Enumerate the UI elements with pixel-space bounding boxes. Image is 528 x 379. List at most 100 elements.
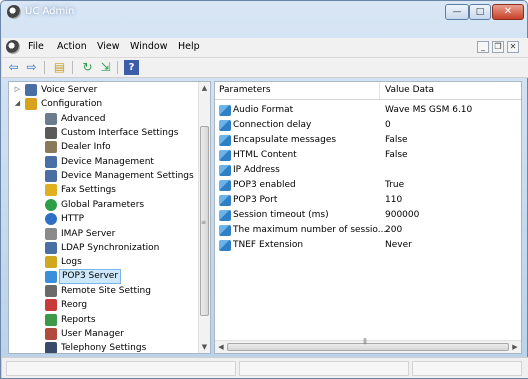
property-icon	[219, 180, 231, 191]
property-icon	[219, 135, 231, 146]
tree-item-label: HTTP	[61, 214, 85, 224]
reports-icon	[45, 314, 57, 326]
tree-item-label: Dealer Info	[61, 142, 111, 152]
fax-icon	[45, 184, 57, 196]
server-icon	[25, 84, 37, 96]
http-icon	[45, 213, 57, 225]
remote-site-icon	[45, 285, 57, 297]
scroll-left-icon[interactable]: ◀	[215, 341, 227, 353]
export-icon[interactable]: ⇲	[98, 60, 113, 75]
minimize-icon: —	[452, 7, 462, 17]
user-manager-icon	[45, 328, 57, 340]
imap-icon	[45, 228, 57, 240]
status-cell	[239, 361, 409, 376]
tree-item-label: Advanced	[61, 114, 106, 124]
status-bar	[2, 357, 528, 378]
parameter-name: The maximum number of sessio...	[233, 225, 387, 235]
menu-view[interactable]: View	[97, 41, 120, 52]
back-arrow-icon[interactable]: ⇦	[6, 60, 21, 75]
property-icon	[219, 240, 231, 251]
close-button[interactable]: ✕	[492, 4, 524, 20]
toolbar-separator	[72, 61, 73, 74]
tree-item-label: POP3 Server	[59, 269, 122, 284]
telephony-icon	[45, 342, 57, 353]
table-row[interactable]: Encapsulate messages False	[215, 133, 521, 148]
toolbar: ⇦ ⇨ ▤ ↻ ⇲ ?	[2, 58, 528, 78]
system-menu-icon[interactable]	[6, 40, 20, 54]
property-icon	[219, 210, 231, 221]
maximize-icon: □	[475, 7, 485, 17]
parameter-name: Session timeout (ms)	[233, 210, 329, 220]
close-icon: ✕	[503, 6, 513, 17]
table-row[interactable]: HTML Content False	[215, 148, 521, 163]
parameter-value: False	[385, 135, 408, 145]
custom-interface-icon	[45, 127, 57, 139]
tree-item-label: Reports	[61, 315, 96, 325]
reorg-icon	[45, 299, 57, 311]
list-horizontal-scrollbar[interactable]: ◀ ||| ▶	[215, 338, 521, 353]
help-icon[interactable]: ?	[124, 60, 139, 75]
app-window: UC Admin — □ ✕ File Action View Window H…	[0, 0, 528, 379]
tree-vertical-scrollbar[interactable]: ▲ ≡ ▼	[198, 82, 210, 353]
property-icon	[219, 150, 231, 161]
menu-action[interactable]: Action	[57, 41, 87, 52]
table-row[interactable]: POP3 Port 110	[215, 193, 521, 208]
table-row[interactable]: The maximum number of sessio... 200	[215, 223, 521, 238]
property-icon	[219, 105, 231, 116]
parameter-value: Never	[385, 240, 412, 250]
console-tree[interactable]: ▷ Voice Server ◢ Configuration Advanced …	[8, 81, 211, 354]
table-row[interactable]: Audio Format Wave MS GSM 6.10	[215, 103, 521, 118]
mdi-restore-button[interactable]: ❐	[492, 41, 504, 53]
up-folder-icon[interactable]: ▤	[52, 60, 67, 75]
device-settings-icon	[45, 170, 57, 182]
table-row[interactable]: Connection delay 0	[215, 118, 521, 133]
scroll-grip-icon: ≡	[200, 219, 207, 226]
menu-help[interactable]: Help	[178, 41, 200, 52]
column-header-parameters[interactable]: Parameters	[219, 85, 271, 95]
ldap-icon	[45, 242, 57, 254]
parameter-value: True	[385, 180, 405, 190]
list-header: Parameters Value Data	[215, 82, 521, 100]
tree-item-label: Telephony Settings	[61, 343, 147, 353]
parameter-value: 200	[385, 225, 403, 235]
refresh-icon[interactable]: ↻	[80, 60, 95, 75]
property-icon	[219, 120, 231, 131]
status-cell	[6, 361, 236, 376]
parameter-name: Encapsulate messages	[233, 135, 337, 145]
scroll-right-icon[interactable]: ▶	[509, 341, 521, 353]
table-row[interactable]: TNEF Extension Never	[215, 238, 521, 253]
minimize-button[interactable]: —	[445, 4, 469, 20]
forward-arrow-icon[interactable]: ⇨	[24, 60, 39, 75]
globe-icon	[45, 199, 57, 211]
pop3-icon	[45, 271, 57, 283]
toolbar-separator	[117, 61, 118, 74]
menu-window[interactable]: Window	[130, 41, 167, 52]
dealer-info-icon	[45, 141, 57, 153]
parameter-value: Wave MS GSM 6.10	[385, 105, 473, 115]
parameter-name: HTML Content	[233, 150, 297, 160]
mdi-close-button[interactable]: ✕	[507, 41, 519, 53]
menu-bar: File Action View Window Help _ ❐ ✕	[2, 38, 528, 58]
scroll-thumb[interactable]	[227, 343, 509, 351]
title-bar[interactable]: UC Admin — □ ✕	[1, 1, 527, 23]
table-row[interactable]: IP Address	[215, 163, 521, 178]
mdi-minimize-button[interactable]: _	[477, 41, 489, 53]
table-row[interactable]: Session timeout (ms) 900000	[215, 208, 521, 223]
scroll-down-icon[interactable]: ▼	[199, 341, 210, 353]
maximize-button[interactable]: □	[469, 4, 491, 20]
table-row[interactable]: POP3 enabled True	[215, 178, 521, 193]
collapse-icon[interactable]: ◢	[13, 99, 22, 108]
parameter-value: False	[385, 150, 408, 160]
tree-item-label: Device Management Settings	[61, 171, 194, 181]
property-icon	[219, 225, 231, 236]
logs-icon	[45, 256, 57, 268]
tree-item-label: Fax Settings	[61, 185, 116, 195]
tree-item-label: Global Parameters	[61, 200, 145, 210]
column-header-value-data[interactable]: Value Data	[385, 85, 434, 95]
details-list[interactable]: Parameters Value Data Audio Format Wave …	[214, 81, 522, 354]
parameter-name: TNEF Extension	[233, 240, 304, 250]
scroll-up-icon[interactable]: ▲	[199, 82, 210, 94]
column-divider[interactable]	[379, 82, 380, 99]
expand-icon[interactable]: ▷	[13, 85, 22, 94]
menu-file[interactable]: File	[28, 41, 44, 52]
